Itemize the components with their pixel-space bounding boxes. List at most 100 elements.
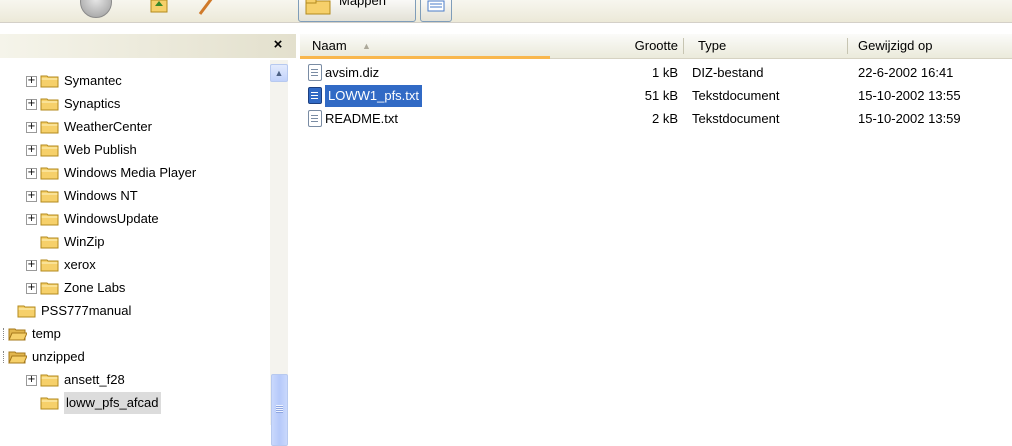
scroll-thumb[interactable] bbox=[271, 374, 288, 446]
folder-icon bbox=[40, 397, 59, 410]
tree-item[interactable]: + Zone Labs bbox=[0, 277, 268, 299]
file-size: 2 kB bbox=[651, 111, 678, 126]
expand-button[interactable]: + bbox=[26, 145, 37, 156]
tree-item-label: WinZip bbox=[64, 234, 105, 249]
column-header-type[interactable]: Type bbox=[684, 34, 848, 59]
expand-button[interactable]: + bbox=[26, 168, 37, 179]
file-type: DIZ-bestand bbox=[692, 65, 764, 80]
back-button[interactable] bbox=[80, 0, 112, 18]
expand-button[interactable]: + bbox=[26, 122, 37, 133]
folder-icon bbox=[17, 305, 36, 318]
text-file-icon bbox=[308, 87, 322, 104]
column-header-name[interactable]: Naam ▲ bbox=[300, 34, 550, 59]
folders-pane: × + Symantec + Synaptics + WeatherCenter + Web … bbox=[0, 34, 296, 446]
tree-item[interactable]: + xerox bbox=[0, 254, 268, 276]
expand-button[interactable]: + bbox=[26, 260, 37, 271]
file-name: avsim.diz bbox=[325, 65, 380, 80]
folder-icon bbox=[40, 98, 59, 111]
tree-item-label: Windows Media Player bbox=[64, 165, 197, 180]
file-row[interactable]: LOWW1_pfs.txt 51 kB Tekstdocument 15-10-200… bbox=[300, 85, 1012, 107]
tree-item-label: temp bbox=[32, 326, 61, 341]
file-modified: 15-10-2002 13:55 bbox=[858, 88, 961, 103]
folder-tree-scrollbar[interactable]: ▲ bbox=[270, 60, 288, 446]
folder-icon bbox=[40, 167, 59, 180]
tree-item[interactable]: temp bbox=[0, 323, 268, 345]
folder-icon bbox=[40, 282, 59, 295]
tree-item-label: WindowsUpdate bbox=[64, 211, 159, 226]
file-type: Tekstdocument bbox=[692, 111, 780, 126]
file-row[interactable]: avsim.diz 1 kB DIZ-bestand 22-6-2002 16:41 bbox=[300, 62, 1012, 84]
column-header-modified-label: Gewijzigd op bbox=[858, 38, 933, 53]
text-file-icon bbox=[308, 110, 322, 127]
tree-item-label: Symantec bbox=[64, 73, 122, 88]
open-folder-icon bbox=[8, 351, 27, 364]
open-folder-icon bbox=[8, 328, 27, 341]
expand-button[interactable]: + bbox=[26, 76, 37, 87]
file-modified: 15-10-2002 13:59 bbox=[858, 111, 961, 126]
search-icon[interactable] bbox=[196, 0, 216, 16]
file-name: README.txt bbox=[325, 111, 398, 126]
folder-icon bbox=[40, 190, 59, 203]
folders-pane-header: × bbox=[0, 34, 296, 58]
scroll-grip-icon bbox=[276, 405, 283, 413]
views-button[interactable] bbox=[420, 0, 452, 22]
tree-item[interactable]: + ansett_f28 bbox=[0, 369, 268, 391]
column-header-size[interactable]: Grootte bbox=[550, 34, 684, 59]
column-header-type-label: Type bbox=[698, 38, 727, 53]
folder-icon bbox=[40, 144, 59, 157]
tree-item[interactable]: + Windows NT bbox=[0, 185, 268, 207]
tree-item-label: Web Publish bbox=[64, 142, 137, 157]
sort-ascending-icon: ▲ bbox=[362, 41, 371, 51]
column-header-modified[interactable]: Gewijzigd op bbox=[848, 34, 1012, 59]
text-file-icon bbox=[308, 64, 322, 81]
folder-icon bbox=[40, 259, 59, 272]
tree-item[interactable]: unzipped bbox=[0, 346, 268, 368]
tree-item[interactable]: WinZip bbox=[0, 231, 268, 253]
tree-item-label: xerox bbox=[64, 257, 96, 272]
tree-item-label: WeatherCenter bbox=[64, 119, 152, 134]
column-header-name-label: Naam bbox=[312, 38, 347, 53]
folder-icon bbox=[40, 121, 59, 134]
close-folders-pane-button[interactable]: × bbox=[270, 35, 286, 55]
expand-button[interactable]: + bbox=[26, 99, 37, 110]
file-name: LOWW1_pfs.txt bbox=[325, 85, 423, 107]
file-size: 51 kB bbox=[644, 88, 678, 103]
tree-item-label: Windows NT bbox=[64, 188, 138, 203]
column-header-size-label: Grootte bbox=[634, 38, 678, 53]
tree-item-label: unzipped bbox=[32, 349, 85, 364]
tree-item[interactable]: + Synaptics bbox=[0, 93, 268, 115]
tree-item[interactable]: + Windows Media Player bbox=[0, 162, 268, 184]
tree-item[interactable]: + WindowsUpdate bbox=[0, 208, 268, 230]
file-list-pane: Naam ▲ Grootte Type Gewijzigd op avsim.d… bbox=[300, 34, 1012, 425]
file-modified: 22-6-2002 16:41 bbox=[858, 65, 954, 80]
expand-button[interactable]: + bbox=[26, 283, 37, 294]
file-type: Tekstdocument bbox=[692, 88, 780, 103]
toolbar: Mappen bbox=[0, 0, 1012, 23]
tree-item[interactable]: + Web Publish bbox=[0, 139, 268, 161]
expand-button[interactable]: + bbox=[26, 214, 37, 225]
tree-line bbox=[0, 351, 4, 363]
tree-item[interactable]: + Symantec bbox=[0, 70, 268, 92]
folders-button-label: Mappen bbox=[339, 0, 386, 8]
folders-icon bbox=[305, 0, 331, 15]
expand-button[interactable]: + bbox=[26, 375, 37, 386]
tree-item-label: loww_pfs_afcad bbox=[64, 392, 161, 414]
folder-icon bbox=[40, 213, 59, 226]
folders-button[interactable]: Mappen bbox=[298, 0, 416, 22]
expand-button[interactable]: + bbox=[26, 191, 37, 202]
tree-item-label: PSS777manual bbox=[41, 303, 132, 318]
folder-icon bbox=[40, 374, 59, 387]
folder-up-icon[interactable] bbox=[150, 0, 168, 14]
tree-item[interactable]: loww_pfs_afcad bbox=[0, 392, 268, 414]
scroll-up-button[interactable]: ▲ bbox=[270, 64, 288, 82]
tree-item[interactable]: PSS777manual bbox=[0, 300, 268, 322]
file-row[interactable]: README.txt 2 kB Tekstdocument 15-10-2002 13… bbox=[300, 108, 1012, 130]
views-icon bbox=[427, 0, 445, 12]
folder-icon bbox=[40, 236, 59, 249]
tree-item-label: Zone Labs bbox=[64, 280, 126, 295]
tree-item[interactable]: + WeatherCenter bbox=[0, 116, 268, 138]
tree-item-label: ansett_f28 bbox=[64, 372, 125, 387]
folder-icon bbox=[40, 75, 59, 88]
tree-item-label: Synaptics bbox=[64, 96, 121, 111]
tree-line bbox=[0, 328, 4, 340]
